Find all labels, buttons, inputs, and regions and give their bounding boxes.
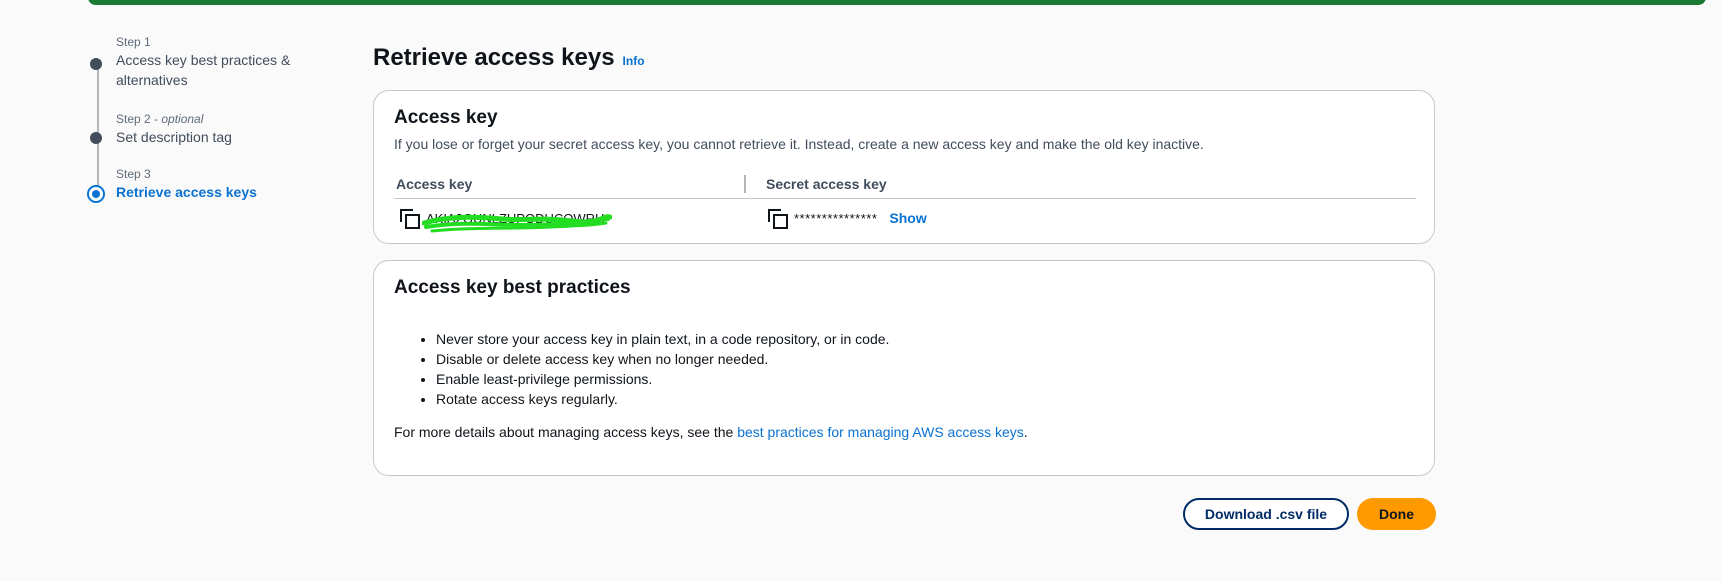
- key-table-header: Access key Secret access key: [394, 169, 1416, 199]
- step-number: Step 3: [116, 167, 151, 181]
- step-title: Retrieve access keys: [116, 184, 257, 200]
- download-csv-button[interactable]: Download .csv file: [1183, 498, 1349, 530]
- step-complete-dot-icon: [90, 58, 102, 70]
- best-practices-list: Never store your access key in plain tex…: [416, 329, 889, 409]
- step-number: Step 1: [116, 35, 151, 49]
- wizard-step-2[interactable]: Step 2 - optional Set description tag: [88, 111, 338, 147]
- wizard-step-1[interactable]: Step 1 Access key best practices & alter…: [88, 34, 338, 90]
- access-key-card: Access key If you lose or forget your se…: [373, 90, 1435, 244]
- column-header-access-key: Access key: [394, 174, 746, 193]
- page-header: Retrieve access keys Info: [373, 44, 645, 72]
- step-complete-dot-icon: [90, 132, 102, 144]
- column-header-secret-key: Secret access key: [766, 175, 887, 192]
- page-title: Retrieve access keys: [373, 44, 615, 71]
- wizard-step-3[interactable]: Step 3 Retrieve access keys: [87, 166, 338, 203]
- copy-icon[interactable]: [768, 209, 788, 229]
- list-item: Enable least-privilege permissions.: [436, 369, 889, 389]
- list-item: Never store your access key in plain tex…: [436, 329, 889, 349]
- step-title: Set description tag: [116, 129, 232, 145]
- secret-key-masked-value: ***************: [794, 210, 878, 226]
- best-practices-link[interactable]: best practices for managing AWS access k…: [737, 424, 1024, 440]
- footer-suffix: .: [1023, 424, 1028, 440]
- key-table-row: AKIA2GUNLZUPODUCOWRH *************** Sho…: [394, 203, 1416, 233]
- step-title: Access key best practices & alternatives: [116, 52, 291, 88]
- copy-icon[interactable]: [400, 209, 420, 229]
- best-practices-card: Access key best practices Never store yo…: [373, 260, 1435, 476]
- info-link[interactable]: Info: [623, 54, 645, 68]
- footer-text: For more details about managing access k…: [394, 424, 738, 440]
- step-optional-label: optional: [161, 112, 204, 126]
- best-practices-footer: For more details about managing access k…: [394, 424, 1028, 440]
- success-banner: [88, 0, 1706, 5]
- access-key-card-description: If you lose or forget your secret access…: [394, 136, 1204, 152]
- access-key-value: AKIA2GUNLZUPODUCOWRH: [426, 210, 605, 226]
- show-secret-link[interactable]: Show: [889, 210, 926, 226]
- access-key-cell: AKIA2GUNLZUPODUCOWRH: [394, 209, 746, 233]
- access-key-card-title: Access key: [394, 107, 498, 128]
- list-item: Disable or delete access key when no lon…: [436, 349, 889, 369]
- done-button[interactable]: Done: [1357, 498, 1436, 530]
- step-current-dot-icon: [87, 185, 105, 203]
- best-practices-card-title: Access key best practices: [394, 277, 631, 298]
- step-number: Step 2 - optional: [116, 112, 204, 126]
- secret-key-cell: *************** Show: [746, 209, 927, 229]
- list-item: Rotate access keys regularly.: [436, 389, 889, 409]
